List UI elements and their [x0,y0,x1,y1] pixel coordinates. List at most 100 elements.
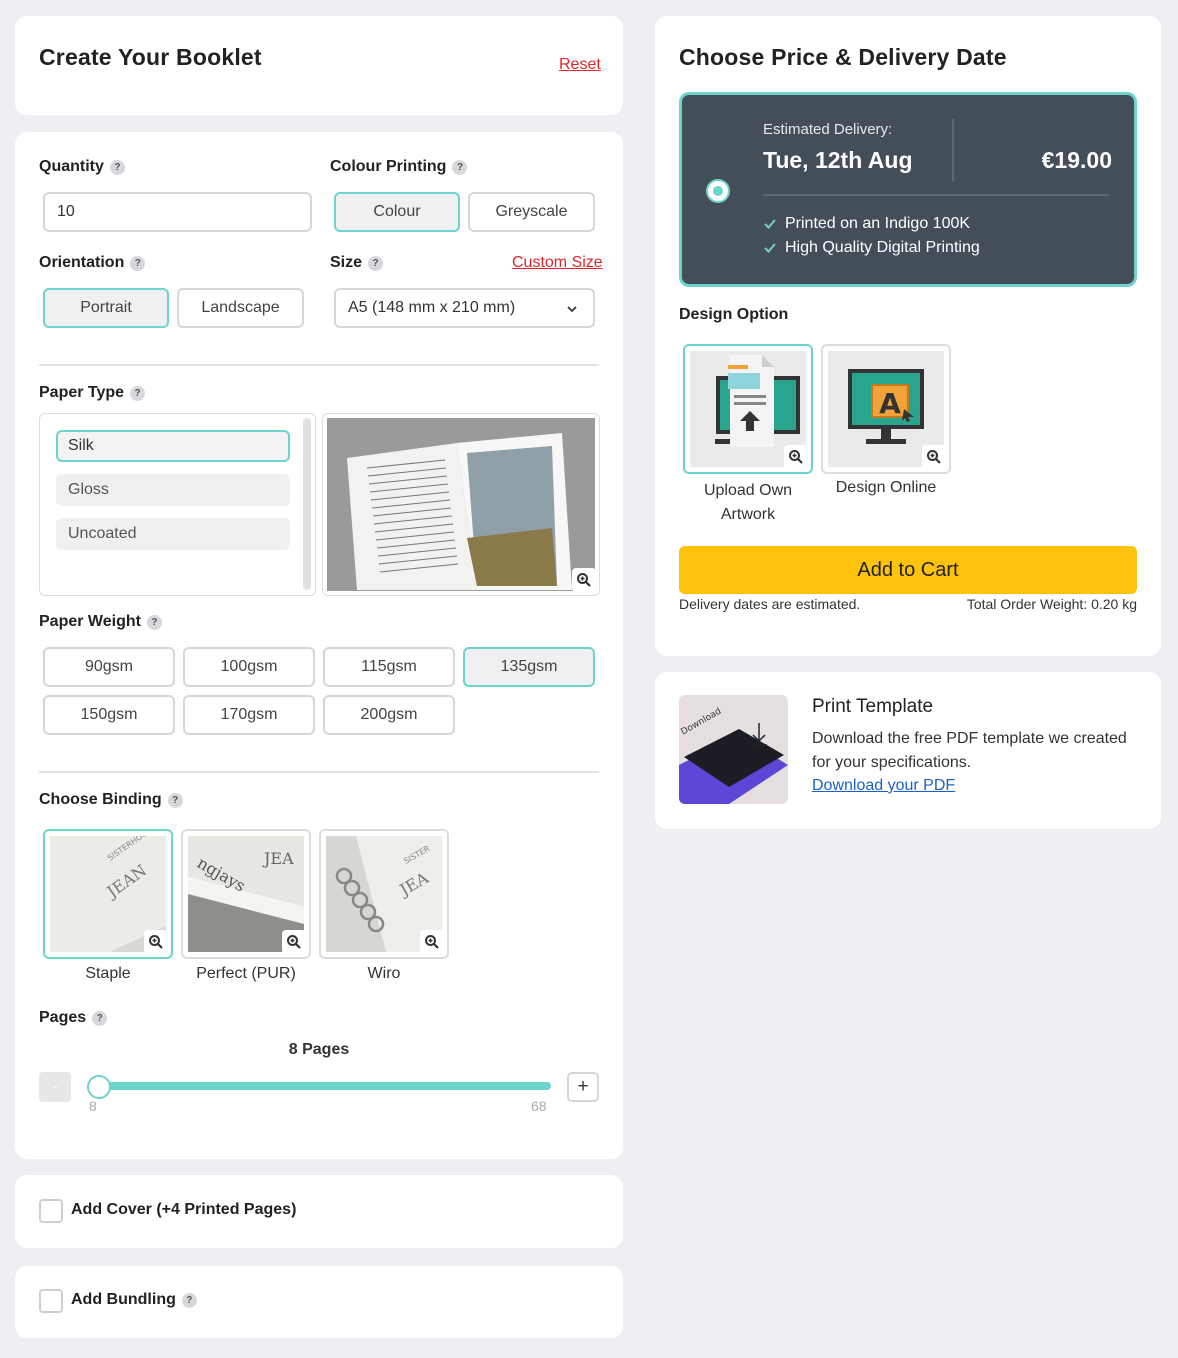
scrollbar[interactable] [303,418,311,590]
weight-option-135gsm[interactable]: 135gsm [463,647,595,687]
size-label: Size ? [330,254,384,272]
weight-option-150gsm[interactable]: 150gsm [43,695,175,735]
paper-option-silk[interactable]: Silk [56,430,290,462]
pages-current: 8 Pages [288,1041,350,1058]
svg-text:JEA: JEA [262,849,294,868]
binding-perfect[interactable]: ngjays JEA [181,829,311,959]
binding-label-wiro: Wiro [367,965,401,982]
add-cover-label: Add Cover (+4 Printed Pages) [71,1201,297,1218]
divider [39,771,599,773]
delivery-radio[interactable] [706,179,730,203]
delivery-option[interactable]: Estimated Delivery: Tue, 12th Aug €19.00… [679,92,1137,287]
paper-weight-label-text: Paper Weight [39,613,141,630]
design-upload-artwork[interactable] [683,344,813,474]
pages-plus-button[interactable]: + [567,1072,599,1102]
size-select[interactable]: A5 (148 mm x 210 mm) [334,288,595,328]
help-icon[interactable]: ? [368,255,384,271]
add-bundling-checkbox[interactable] [39,1289,63,1313]
paper-weight-label: Paper Weight ? [39,613,162,631]
weight-option-115gsm[interactable]: 115gsm [323,647,455,687]
help-icon[interactable]: ? [92,1010,108,1026]
size-select-value: A5 (148 mm x 210 mm) [348,299,516,316]
quantity-label: Quantity ? [39,158,125,176]
zoom-icon[interactable] [144,930,168,954]
orientation-label-text: Orientation [39,254,125,271]
config-card: Quantity ? 10 Colour Printing ? Colour G… [15,132,623,1159]
colour-button[interactable]: Colour [334,192,460,232]
weight-option-90gsm[interactable]: 90gsm [43,647,175,687]
weight-option-100gsm[interactable]: 100gsm [183,647,315,687]
feature-text: High Quality Digital Printing [785,239,980,256]
portrait-button[interactable]: Portrait [43,288,169,328]
svg-text:A: A [879,387,901,420]
binding-staple[interactable]: JEAN SISTERHOO [43,829,173,959]
design-online[interactable]: A [821,344,951,474]
add-bundling-card: Add Bundling ? [15,1266,623,1338]
print-template-card: Download Print Template Download the fre… [655,672,1161,829]
design-label-online: Design Online [835,479,937,496]
quantity-input[interactable]: 10 [43,192,312,232]
weight-option-200gsm[interactable]: 200gsm [323,695,455,735]
size-label-text: Size [330,254,363,271]
template-title: Print Template [812,696,934,717]
binding-label-text: Choose Binding [39,791,162,808]
binding-label: Choose Binding ? [39,791,183,809]
binding-label-staple: Staple [85,965,131,982]
design-label-upload: Upload Own Artwork [703,482,793,523]
add-to-cart-button[interactable]: Add to Cart [679,546,1137,594]
template-thumbnail: Download [679,695,788,804]
zoom-icon[interactable] [922,445,946,469]
pages-slider-handle[interactable] [87,1075,111,1099]
add-cover-card: Add Cover (+4 Printed Pages) [15,1175,623,1248]
open-book-image [327,418,595,591]
help-icon[interactable]: ? [181,1292,197,1308]
custom-size-link[interactable]: Custom Size [512,254,603,272]
help-icon[interactable]: ? [146,614,162,630]
paper-type-list: Silk Gloss Uncoated [39,413,316,596]
chevron-down-icon [567,306,577,313]
paper-preview[interactable] [322,413,600,596]
colour-printing-label: Colour Printing ? [330,158,468,176]
zoom-icon[interactable] [784,445,808,469]
estimated-label: Estimated Delivery: [763,121,893,138]
download-pdf-link[interactable]: Download your PDF [812,777,955,795]
feature-item: Printed on an Indigo 100K [763,215,970,233]
template-description: Download the free PDF template we create… [812,730,1127,771]
weight-option-170gsm[interactable]: 170gsm [183,695,315,735]
greyscale-button[interactable]: Greyscale [468,192,595,232]
order-weight: Total Order Weight: 0.20 kg [966,596,1137,612]
feature-text: Printed on an Indigo 100K [785,215,971,232]
binding-wiro[interactable]: JEA SISTER [319,829,449,959]
pages-slider-track[interactable] [98,1082,551,1090]
landscape-button[interactable]: Landscape [177,288,304,328]
pages-label-text: Pages [39,1009,87,1026]
delivery-title: Choose Price & Delivery Date [679,44,1007,70]
vertical-divider [952,119,954,181]
delivery-date: Tue, 12th Aug [763,147,913,173]
check-icon [764,243,776,253]
help-icon[interactable]: ? [167,792,183,808]
paper-option-gloss[interactable]: Gloss [56,474,290,506]
add-cover-checkbox[interactable] [39,1199,63,1223]
add-bundling-label: Add Bundling ? [71,1291,197,1309]
price-delivery-card: Choose Price & Delivery Date Estimated D… [655,16,1161,656]
divider [39,364,599,366]
zoom-icon[interactable] [282,930,306,954]
zoom-icon[interactable] [572,568,596,592]
zoom-icon[interactable] [420,930,444,954]
pages-minus-button[interactable]: - [39,1072,71,1102]
template-image: Download [679,695,788,804]
pages-min: 8 [89,1098,97,1114]
help-icon[interactable]: ? [130,255,146,271]
help-icon[interactable]: ? [109,159,125,175]
booklet-title-card: Create Your Booklet Reset [15,16,623,115]
reset-link[interactable]: Reset [559,56,601,74]
design-option-label: Design Option [679,306,789,323]
orientation-label: Orientation ? [39,254,146,272]
help-icon[interactable]: ? [452,159,468,175]
paper-type-label: Paper Type ? [39,384,146,402]
pages-label: Pages ? [39,1009,108,1027]
delivery-price: €19.00 [1041,147,1112,173]
help-icon[interactable]: ? [130,385,146,401]
paper-option-uncoated[interactable]: Uncoated [56,518,290,550]
